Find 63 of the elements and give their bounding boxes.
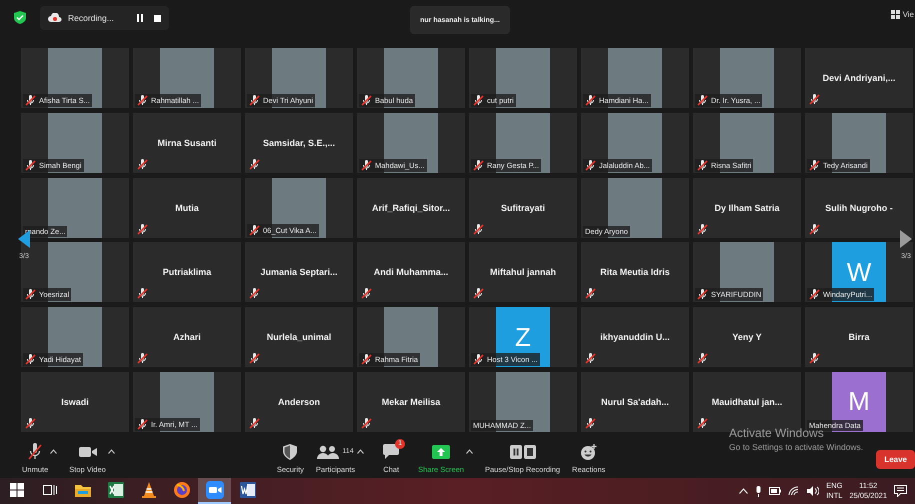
participant-name: Rita Meutia Idris [600,267,670,278]
caret-icon[interactable] [466,448,473,454]
participant-name: Nurul Sa'adah... [601,396,669,407]
participant-name: Anderson [278,396,320,407]
participant-name: Andi Muhamma... [374,267,448,278]
participant-name: Birra [848,332,870,342]
shield-icon [283,444,298,460]
video-camera-icon [206,481,224,499]
view-button[interactable]: Vie [890,10,914,19]
speech-bubble-icon [383,444,400,459]
pause-icon [136,14,144,22]
video-camera-icon [78,444,97,458]
shield-icon [14,11,26,24]
four-panes-icon [10,483,24,497]
grid-icon [890,10,900,19]
participant-name: Jumania Septari... [260,267,338,278]
photo-placeholder [48,178,102,238]
notification-icon[interactable] [894,485,907,497]
spreadsheet-icon [108,482,124,498]
right-arrow-icon[interactable] [900,230,912,248]
mute-microphone-icon [26,442,44,460]
activation-message: Go to Settings to activate Windows. [729,442,864,452]
caret-icon[interactable] [108,448,115,454]
leave-button[interactable]: Leave [876,450,915,469]
battery-icon[interactable] [769,487,782,495]
share-screen-icon [432,444,450,458]
globe-icon [174,482,190,498]
smiley-icon [580,444,598,460]
participant-name: Arif_Rafiqi_Sitor... [372,202,450,213]
participant-name: Sufitrayati [500,202,545,213]
participant-name: ikhyanuddin U... [600,332,670,342]
participant-name: Mekar Meilisa [382,396,440,407]
participant-name: Mirna Susanti [157,138,216,148]
caret-icon[interactable] [357,448,364,454]
participant-name: Miftahul jannah [490,267,556,278]
participant-name: Putriaklima [162,267,212,278]
participant-name: Samsidar, S.E.,... [262,138,336,148]
participant-name: Azhari [173,332,201,342]
microphone-icon[interactable] [755,486,762,496]
participant-name: Mauidhatul jan... [712,396,782,407]
folder-icon [74,483,90,497]
wifi-icon[interactable] [788,486,800,496]
taskbar-app[interactable] [198,478,231,504]
speaker-icon[interactable] [807,486,820,496]
traffic-cone-icon [142,482,156,498]
pause-stop-icon [510,444,536,458]
recording-label: Recording... [68,13,114,23]
stop-button[interactable] [152,12,163,24]
participant-name: Mutia [175,202,199,213]
participant-name: Sulih Nugroho - [825,202,893,213]
stop-icon [154,14,161,22]
people-icon [317,444,340,458]
task-view-icon [42,483,56,497]
participant-name: Dy Ilham Satria [714,202,780,213]
participant-name: Devi Andriyani,... [822,73,896,83]
document-icon [240,482,256,498]
participant-name: Iswadi [61,396,89,407]
participant-name: Yeny Y [732,332,762,342]
photo-placeholder [496,48,550,108]
participant-name: Nurlela_unimal [266,332,332,342]
chevron-up-icon[interactable] [739,488,748,494]
cloud-icon [48,13,62,23]
caret-icon[interactable] [50,448,58,454]
